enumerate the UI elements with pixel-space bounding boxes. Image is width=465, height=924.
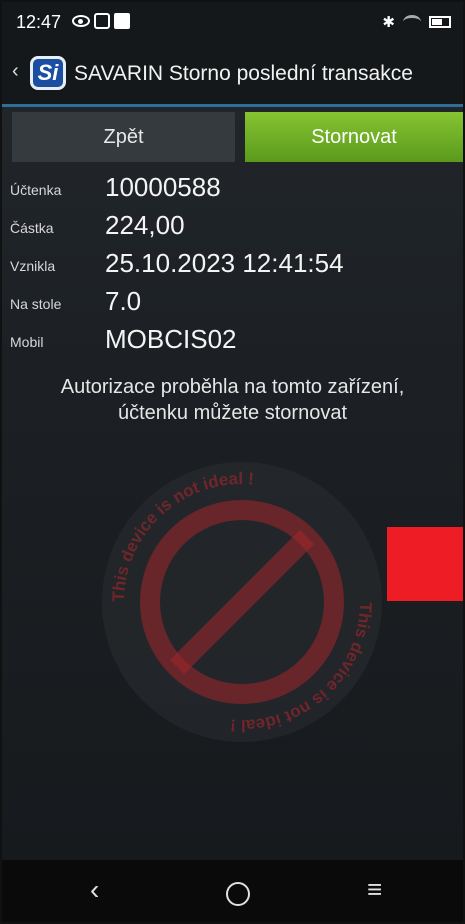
system-navigation-bar: ‹ ≡ bbox=[2, 860, 463, 922]
app-screen: 12:47 ✱ ‹ Si SAVARIN Storno poslední tra… bbox=[0, 0, 465, 924]
status-time: 12:47 bbox=[16, 12, 62, 32]
device-warning-watermark: This device is not ideal ! This device i… bbox=[102, 462, 382, 742]
table-value: 7.0 bbox=[105, 286, 142, 316]
red-indicator bbox=[387, 527, 463, 601]
nav-menu-icon[interactable]: ≡ bbox=[367, 874, 382, 905]
page-title: SAVARIN Storno poslední transakce bbox=[74, 62, 413, 85]
receipt-value: 10000588 bbox=[105, 172, 221, 202]
mobile-label: Mobil bbox=[10, 334, 44, 350]
created-value: 25.10.2023 12:41:54 bbox=[105, 248, 344, 278]
table-label: Na stole bbox=[10, 296, 62, 312]
status-notification-icons bbox=[72, 13, 130, 29]
eye-icon bbox=[72, 15, 90, 27]
action-bar: ‹ Si SAVARIN Storno poslední transakce bbox=[2, 44, 463, 107]
amount-label: Částka bbox=[10, 220, 54, 236]
back-button[interactable]: Zpět bbox=[12, 112, 235, 162]
created-label: Vznikla bbox=[10, 258, 56, 274]
authorization-line-2: účtenku můžete stornovat bbox=[117, 402, 347, 424]
storno-button[interactable]: Stornovat bbox=[245, 112, 463, 162]
bluetooth-icon: ✱ bbox=[382, 14, 395, 31]
battery-icon bbox=[429, 16, 451, 28]
chevron-left-icon[interactable]: ‹ bbox=[12, 60, 19, 83]
amount-value: 224,00 bbox=[105, 210, 185, 240]
authorization-message: Autorizace proběhla na tomto zařízení, ú… bbox=[2, 374, 463, 426]
mobile-value: MOBCIS02 bbox=[105, 324, 237, 354]
nav-home-icon[interactable] bbox=[226, 882, 250, 906]
wifi-icon bbox=[403, 15, 421, 29]
receipt-label: Účtenka bbox=[10, 182, 62, 198]
square-icon bbox=[114, 13, 130, 29]
savarin-logo[interactable]: Si bbox=[30, 56, 66, 90]
nav-back-icon[interactable]: ‹ bbox=[90, 874, 99, 906]
authorization-line-1: Autorizace proběhla na tomto zařízení, bbox=[60, 376, 405, 398]
status-bar: 12:47 ✱ bbox=[2, 2, 463, 44]
screen-icon bbox=[94, 13, 110, 29]
status-system-icons: ✱ bbox=[382, 13, 451, 31]
